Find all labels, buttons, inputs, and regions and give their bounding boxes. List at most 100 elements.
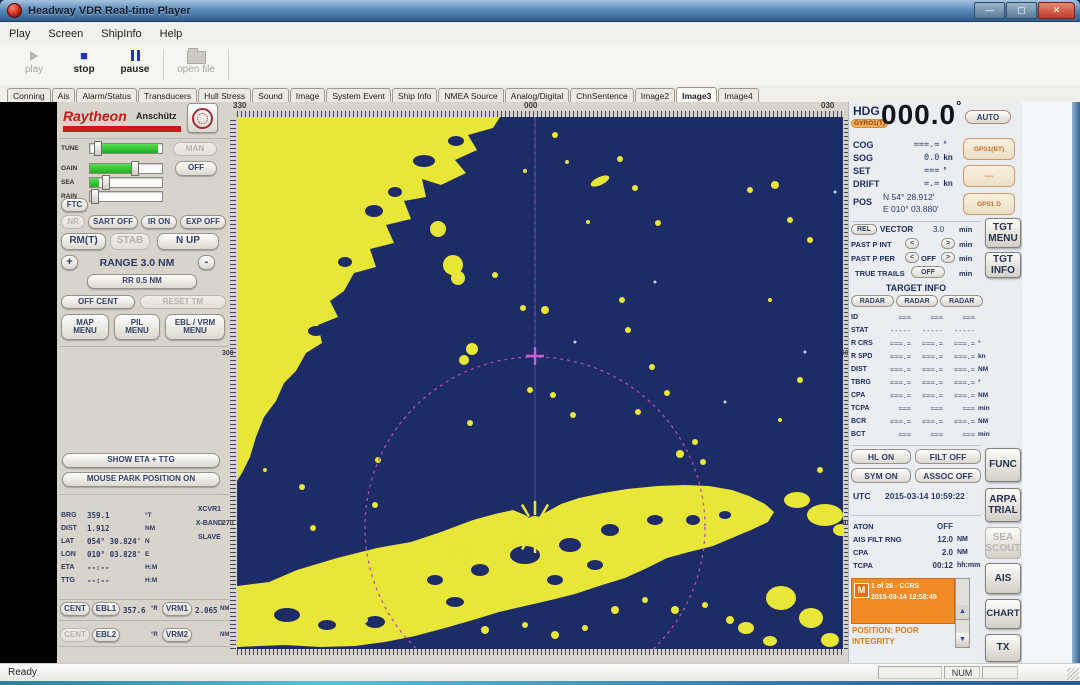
- menu-screen[interactable]: Screen: [39, 25, 92, 43]
- ais-button[interactable]: AIS: [985, 563, 1021, 594]
- tgt-info-button[interactable]: TGTINFO: [985, 252, 1021, 278]
- tab-alarm-status[interactable]: Alarm/Status: [76, 88, 137, 102]
- sart-off-button[interactable]: SART OFF: [88, 215, 138, 229]
- tab-transducers[interactable]: Transducers: [138, 88, 197, 102]
- past-int-prev-button[interactable]: <: [905, 238, 919, 249]
- menu-play[interactable]: Play: [0, 25, 39, 43]
- window-title: Headway VDR Real-time Player: [28, 5, 191, 17]
- sea-scout-button[interactable]: SEASCOUT: [985, 527, 1021, 559]
- gain-slider-handle[interactable]: [131, 161, 139, 176]
- tab-image4[interactable]: Image4: [718, 88, 758, 102]
- tab-image3[interactable]: Image3: [676, 87, 717, 102]
- tab-analog-digital[interactable]: Analog/Digital: [505, 88, 569, 102]
- tune-slider-handle[interactable]: [94, 141, 102, 156]
- sym-on-button[interactable]: SYM ON: [851, 468, 911, 483]
- past-per-next-button[interactable]: >: [941, 252, 955, 263]
- map-menu-button[interactable]: MAPMENU: [61, 314, 109, 340]
- source-dash-button[interactable]: ----: [963, 165, 1015, 187]
- ftc-button[interactable]: FTC: [61, 198, 88, 212]
- tune-slider[interactable]: TUNE: [61, 142, 163, 154]
- menu-shipinfo[interactable]: ShipInfo: [92, 25, 150, 43]
- cursor-row-eta: ETA--:--H:M: [61, 561, 157, 574]
- rm-t-button[interactable]: RM(T): [61, 233, 106, 250]
- exp-off-button[interactable]: EXP OFF: [180, 215, 226, 229]
- content-area: Raytheon Anschütz TUNEGAINSEARAIN MAN OF…: [0, 102, 1080, 663]
- vrm2-button[interactable]: VRM2: [162, 628, 192, 642]
- man-button[interactable]: MAN: [173, 142, 217, 156]
- alarm-scrollbar[interactable]: ▲ ▼: [955, 578, 970, 648]
- filt-off-button[interactable]: FILT OFF: [915, 449, 981, 464]
- toolbar-separator: [163, 50, 164, 80]
- cursor-data-box: BRG359.1°TDIST1.912NMLAT054° 30.824'NLON…: [59, 494, 229, 600]
- tab-nmea-source[interactable]: NMEA Source: [438, 88, 503, 102]
- rain-slider-handle[interactable]: [91, 189, 99, 204]
- radar-source-button-2[interactable]: RADAR: [896, 295, 939, 307]
- tab-ship-info[interactable]: Ship Info: [392, 88, 438, 102]
- mouse-park-button[interactable]: MOUSE PARK POSITION ON: [62, 472, 220, 487]
- ebl-vrm-menu-button[interactable]: EBL / VRMMENU: [165, 314, 225, 340]
- radar-source-button-1[interactable]: RADAR: [851, 295, 894, 307]
- radar-ppi[interactable]: 330 000 030 300 270 060 090: [225, 102, 850, 658]
- tx-button[interactable]: TX: [985, 634, 1021, 662]
- ir-on-button[interactable]: IR ON: [141, 215, 177, 229]
- cent2-button[interactable]: CENT: [60, 628, 90, 642]
- ais-row-cpa: CPA2.0NM: [853, 546, 1003, 559]
- off-cent-button[interactable]: OFF CENT: [61, 295, 135, 309]
- close-button[interactable]: ✕: [1038, 2, 1075, 19]
- ebl1-button[interactable]: EBL1: [92, 602, 120, 616]
- hl-on-button[interactable]: HL ON: [851, 449, 911, 464]
- open-file-button[interactable]: open file: [170, 48, 222, 82]
- stab-button[interactable]: STAB: [110, 233, 150, 250]
- range-plus-button[interactable]: +: [61, 255, 78, 270]
- cent1-button[interactable]: CENT: [60, 602, 90, 616]
- tab-ais[interactable]: Ais: [52, 88, 76, 102]
- scroll-down-button[interactable]: ▼: [956, 633, 969, 648]
- sea-slider[interactable]: SEA: [61, 176, 163, 188]
- nr-button[interactable]: NR: [61, 215, 85, 229]
- reset-tm-button[interactable]: RESET TM: [140, 295, 226, 309]
- vrm1-button[interactable]: VRM1: [162, 602, 192, 616]
- target-table: ID=========STAT---------------R CRS===.=…: [851, 311, 1009, 441]
- radar-source-button-3[interactable]: RADAR: [940, 295, 983, 307]
- tgt-menu-button[interactable]: TGTMENU: [985, 218, 1021, 248]
- assoc-off-button[interactable]: ASSOC OFF: [915, 468, 981, 483]
- alarm-message-box[interactable]: M 1 of 26 - CCRS 2015-03-14 12:58:45: [851, 578, 955, 624]
- gain-slider[interactable]: GAIN: [61, 162, 163, 174]
- minimize-button[interactable]: —: [974, 2, 1005, 19]
- target-row-cpa: CPA===.====.====.=NM: [851, 389, 1009, 402]
- trails-off-button[interactable]: OFF: [911, 266, 945, 278]
- pil-menu-button[interactable]: PILMENU: [114, 314, 160, 340]
- play-button[interactable]: play: [12, 48, 56, 82]
- chart-button[interactable]: CHART: [985, 599, 1021, 629]
- menu-help[interactable]: Help: [151, 25, 192, 43]
- tab-sound[interactable]: Sound: [252, 88, 289, 102]
- alarm-time: 2015-03-14 12:58:45: [871, 594, 937, 601]
- stop-button[interactable]: ■ stop: [62, 48, 106, 82]
- pause-button[interactable]: pause: [113, 48, 157, 82]
- off-button[interactable]: OFF: [175, 161, 217, 176]
- range-rings-button[interactable]: RR 0.5 NM: [87, 274, 197, 289]
- scroll-up-button[interactable]: ▲: [956, 605, 969, 620]
- sea-slider-handle[interactable]: [102, 175, 110, 190]
- past-int-next-button[interactable]: >: [941, 238, 955, 249]
- maximize-button[interactable]: ▢: [1006, 2, 1037, 19]
- resize-grip[interactable]: [1067, 668, 1079, 680]
- tab-chnsentence[interactable]: ChnSentence: [570, 88, 634, 102]
- anschuetz-logo-button[interactable]: [187, 103, 218, 133]
- tab-hull-stress[interactable]: Hull Stress: [198, 88, 251, 102]
- tab-conning[interactable]: Conning: [7, 88, 51, 102]
- func-button[interactable]: FUNC: [985, 448, 1021, 482]
- arpa-trial-button[interactable]: ARPATRIAL: [985, 488, 1021, 522]
- tab-image2[interactable]: Image2: [635, 88, 675, 102]
- tab-system-event[interactable]: System Event: [326, 88, 390, 102]
- past-per-prev-button[interactable]: <: [905, 252, 919, 263]
- range-minus-button[interactable]: -: [198, 255, 215, 270]
- ebl2-button[interactable]: EBL2: [92, 628, 120, 642]
- gps1-d-button[interactable]: GPS1 D: [963, 193, 1015, 215]
- gps1-bt-button[interactable]: GPS1(BT): [963, 138, 1015, 160]
- rel-button[interactable]: REL: [851, 224, 877, 235]
- auto-button[interactable]: AUTO: [965, 110, 1011, 124]
- show-eta-ttg-button[interactable]: SHOW ETA + TTG: [62, 453, 220, 468]
- tab-image[interactable]: Image: [290, 88, 326, 102]
- n-up-button[interactable]: N UP: [157, 233, 219, 250]
